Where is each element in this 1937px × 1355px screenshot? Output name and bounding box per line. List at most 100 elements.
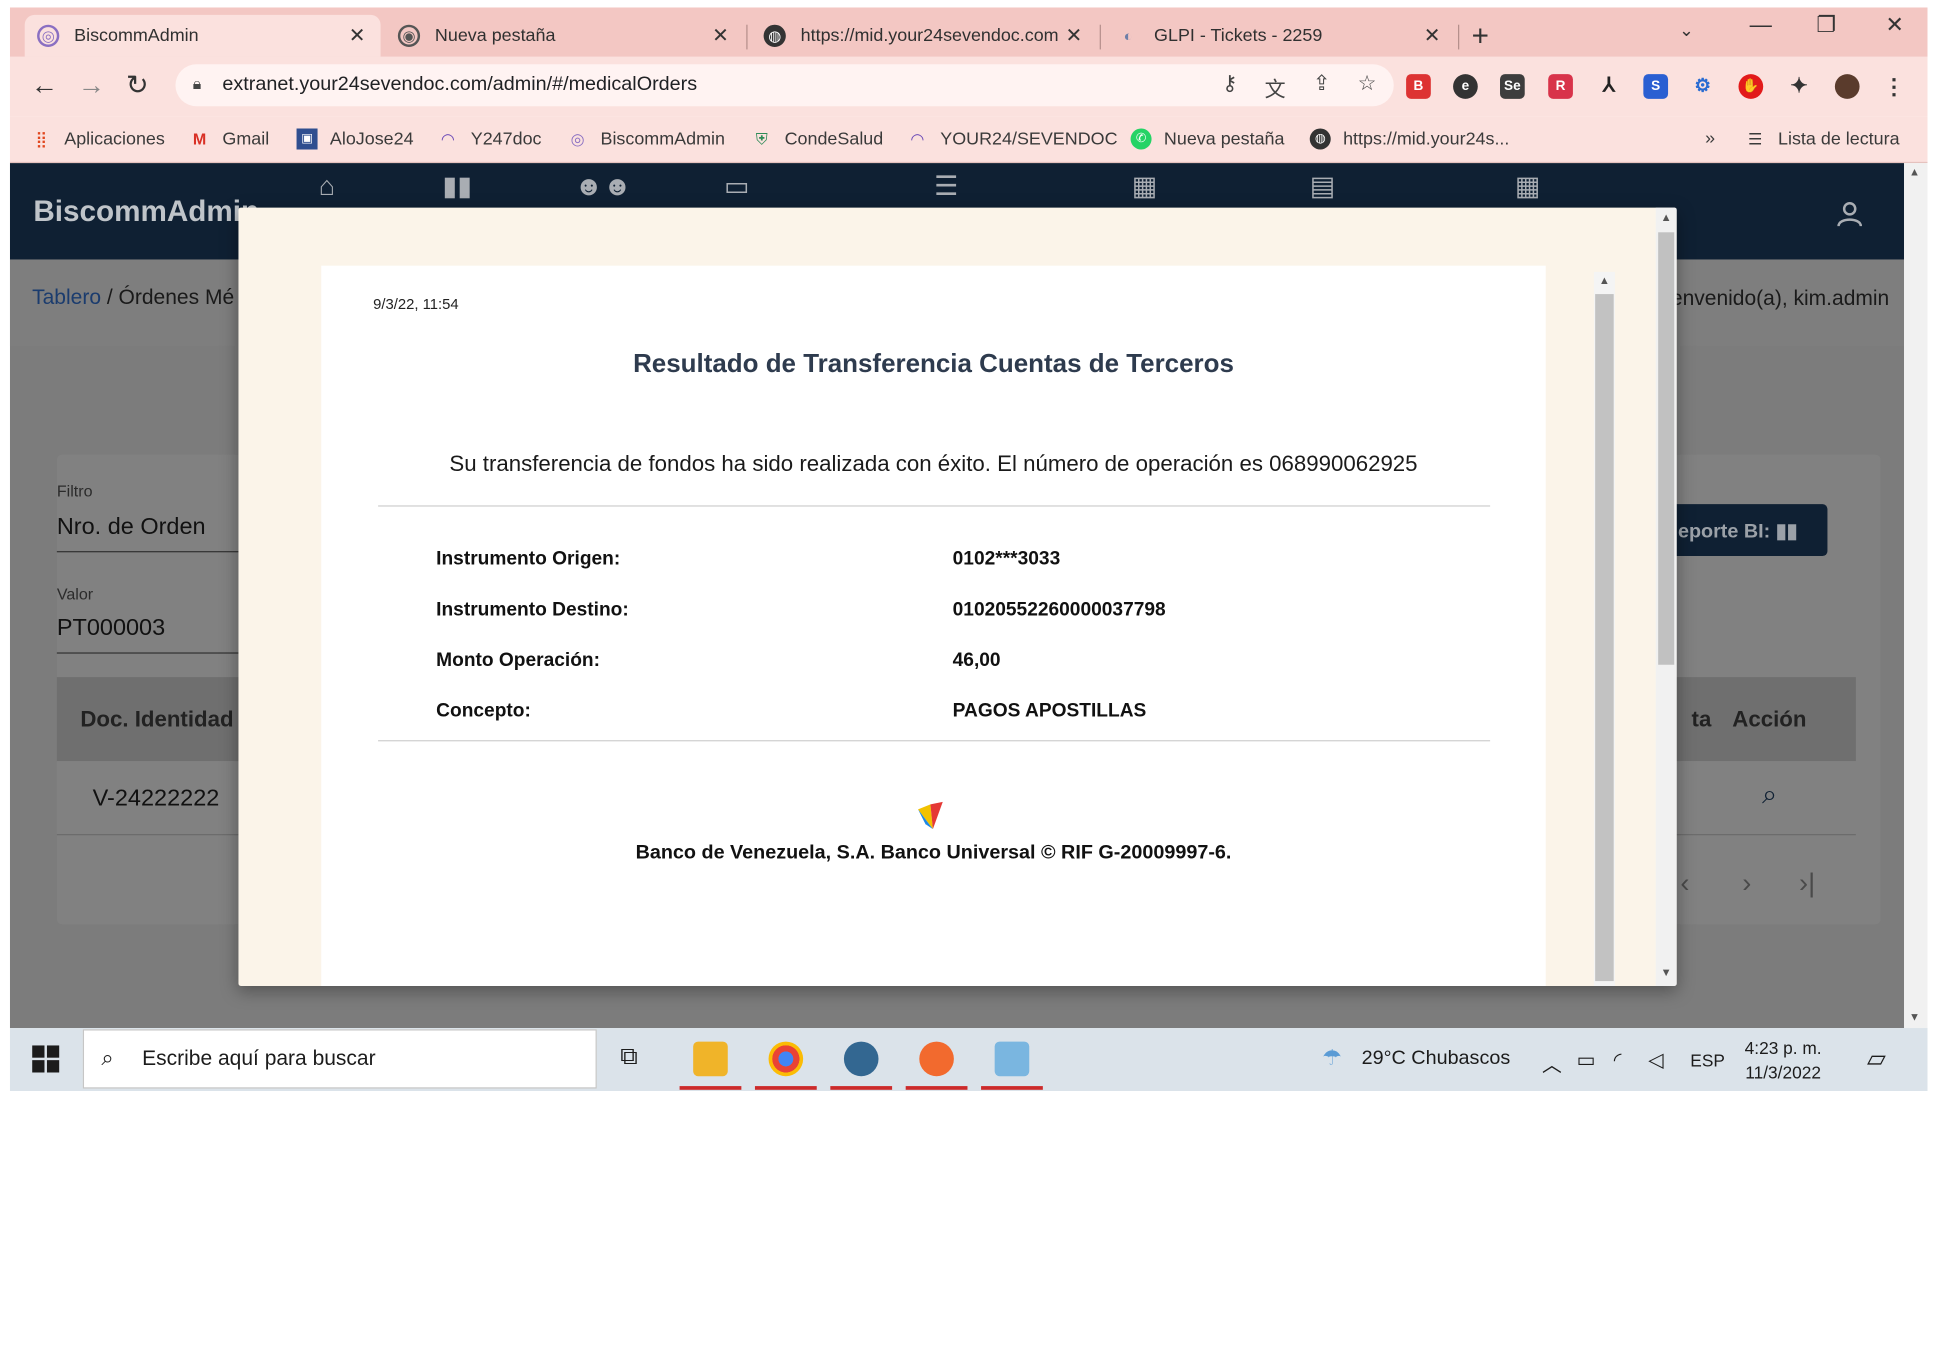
volume-icon[interactable]: ◁: [1648, 1048, 1663, 1073]
modal-scrollbar[interactable]: ▲ ▼: [1655, 207, 1677, 987]
bookmark-mid-your24s[interactable]: ◍ https://mid.your24s...: [1309, 128, 1509, 150]
bookmark-condesalud[interactable]: ⛨ CondeSalud: [751, 129, 884, 150]
puzzle-icon[interactable]: ✦: [1787, 74, 1812, 99]
home-icon[interactable]: ⌂: [319, 171, 335, 203]
calendar-icon[interactable]: ▦: [1515, 171, 1541, 203]
scroll-thumb[interactable]: [1658, 232, 1675, 665]
whatsapp-icon: ✆: [1130, 128, 1152, 150]
close-tab-icon[interactable]: ✕: [346, 23, 368, 48]
user-icon[interactable]: [1836, 200, 1863, 227]
lock-icon: 🔒︎: [192, 74, 202, 93]
wifi-icon[interactable]: ◜: [1614, 1048, 1622, 1073]
key-icon[interactable]: ⚷: [1222, 72, 1237, 103]
bookmark-your24sevendoc[interactable]: ◠ YOUR24/SEVENDOC: [907, 129, 1117, 150]
close-tab-icon[interactable]: ✕: [1421, 23, 1443, 48]
bookmark-nueva-pestana[interactable]: ✆ Nueva pestaña: [1130, 128, 1284, 150]
new-tab-button[interactable]: +: [1472, 20, 1489, 55]
tab-nueva-pestana[interactable]: ◉ Nueva pestaña ✕: [386, 15, 744, 57]
filter-select[interactable]: Nro. de Orden: [57, 514, 206, 541]
adblock-icon[interactable]: ✋: [1738, 74, 1764, 99]
extension-icon[interactable]: ⚙: [1690, 74, 1715, 99]
bookmarks-overflow[interactable]: »: [1705, 129, 1715, 149]
weather-text[interactable]: 29°C Chubascos: [1362, 1048, 1511, 1070]
extension-icon[interactable]: R: [1548, 74, 1573, 99]
people-icon[interactable]: ☻☻: [575, 171, 632, 203]
credit-card-icon[interactable]: ▭: [724, 171, 750, 203]
bookmark-biscommadmin[interactable]: ◎ BiscommAdmin: [567, 129, 725, 150]
document-scrollbar[interactable]: ▲: [1593, 271, 1615, 987]
chrome-icon[interactable]: [768, 1041, 804, 1077]
file-explorer-icon[interactable]: [693, 1041, 728, 1077]
notification-icon[interactable]: ▱: [1867, 1043, 1886, 1074]
desktop-window: ◎ BiscommAdmin ✕ ◉ Nueva pestaña ✕ ◍ htt…: [9, 7, 1928, 1092]
report-bi-button[interactable]: eporte BI: ▮▮: [1653, 504, 1828, 557]
selenium-icon[interactable]: Se: [1500, 74, 1525, 99]
divider: [378, 505, 1491, 507]
breadcrumb-link-tablero[interactable]: Tablero: [32, 285, 101, 308]
bookmark-gmail[interactable]: M Gmail: [189, 129, 269, 150]
language-indicator[interactable]: ESP: [1690, 1050, 1725, 1070]
search-icon[interactable]: ⌕: [1762, 778, 1777, 810]
screen: ◎ BiscommAdmin ✕ ◉ Nueva pestaña ✕ ◍ htt…: [0, 0, 1937, 1355]
restore-icon[interactable]: ❐: [1816, 12, 1836, 38]
postman-icon[interactable]: [919, 1041, 954, 1077]
back-icon[interactable]: ←: [31, 69, 58, 101]
tab-search-chevron-icon[interactable]: ⌄: [1679, 20, 1693, 41]
star-icon[interactable]: ☆: [1358, 72, 1377, 103]
postgres-icon[interactable]: [843, 1041, 879, 1077]
receipt-modal: 9/3/22, 11:54 Resultado de Transferencia…: [238, 207, 1677, 987]
globe-icon: ◍: [1309, 128, 1331, 150]
list-icon[interactable]: ☰: [934, 171, 958, 203]
scroll-thumb[interactable]: [1595, 294, 1614, 982]
notes-app-icon[interactable]: [994, 1041, 1030, 1077]
app-name: BiscommAdmin: [33, 195, 260, 229]
prev-page-icon[interactable]: ‹: [1680, 867, 1689, 899]
share-icon[interactable]: ⇪: [1313, 72, 1331, 103]
battery-icon[interactable]: ▭: [1577, 1048, 1596, 1073]
scroll-down-icon[interactable]: ▼: [1904, 1011, 1925, 1023]
scroll-up-icon[interactable]: ▲: [1594, 274, 1615, 286]
bar-chart-icon[interactable]: ▮▮: [442, 171, 472, 203]
avatar[interactable]: [1834, 74, 1860, 99]
value-input[interactable]: PT000003: [57, 615, 165, 642]
next-page-icon[interactable]: ›: [1742, 867, 1751, 899]
tab-glpi-tickets[interactable]: ◐ GLPI - Tickets - 2259 ✕: [1105, 15, 1456, 57]
close-tab-icon[interactable]: ✕: [709, 23, 731, 48]
page-scrollbar[interactable]: ▲ ▼: [1904, 163, 1928, 1029]
tray-chevron-icon[interactable]: ︿: [1542, 1048, 1562, 1078]
extension-icon[interactable]: ⅄: [1596, 74, 1621, 99]
bookmark-alojose24[interactable]: ▣ AloJose24: [296, 128, 414, 150]
field-label: Instrumento Destino:: [436, 599, 629, 621]
reload-icon[interactable]: ↻: [126, 69, 149, 101]
glpi-favicon-icon: ◐: [1123, 27, 1133, 45]
scroll-up-icon[interactable]: ▲: [1904, 166, 1925, 178]
forward-icon[interactable]: →: [78, 69, 105, 101]
bookmark-y247doc[interactable]: ◠ Y247doc: [437, 129, 542, 150]
extension-icon[interactable]: S: [1643, 74, 1669, 99]
kebab-menu-icon[interactable]: ⋮: [1882, 74, 1907, 99]
scroll-up-icon[interactable]: ▲: [1656, 211, 1677, 223]
task-view-icon[interactable]: ⧉: [620, 1043, 638, 1071]
minimize-icon[interactable]: —: [1750, 12, 1772, 38]
extension-icon[interactable]: e: [1453, 74, 1478, 99]
last-page-icon[interactable]: ›|: [1799, 867, 1815, 899]
address-bar[interactable]: 🔒︎ extranet.your24sevendoc.com/admin/#/m…: [175, 64, 1394, 107]
bookmark-label: BiscommAdmin: [600, 129, 725, 149]
bookmark-apps[interactable]: ⣿ Aplicaciones: [31, 129, 165, 150]
calendar-icon[interactable]: ▦: [1132, 171, 1158, 203]
taskbar-search[interactable]: ⌕ Escribe aquí para buscar: [82, 1029, 597, 1089]
cell-doc: V-24222222: [92, 785, 220, 812]
extension-icon[interactable]: B: [1406, 74, 1431, 99]
close-tab-icon[interactable]: ✕: [1063, 23, 1085, 48]
translate-icon[interactable]: 文: [1265, 72, 1286, 103]
clock[interactable]: 4:23 p. m. 11/3/2022: [1745, 1035, 1822, 1084]
clipboard-icon[interactable]: ▤: [1310, 171, 1336, 203]
windows-start-icon[interactable]: [32, 1045, 60, 1073]
close-window-icon[interactable]: ✕: [1886, 12, 1905, 38]
column-header-partial: ta: [1691, 706, 1712, 732]
scroll-down-icon[interactable]: ▼: [1656, 966, 1677, 978]
reading-list-button[interactable]: ☰ Lista de lectura: [1745, 129, 1900, 150]
tab-mid-your24sevendoc[interactable]: ◍ https://mid.your24sevendoc.com ✕: [751, 15, 1097, 57]
tab-biscommadmin[interactable]: ◎ BiscommAdmin ✕: [24, 14, 381, 57]
tab-divider: [1099, 24, 1101, 50]
